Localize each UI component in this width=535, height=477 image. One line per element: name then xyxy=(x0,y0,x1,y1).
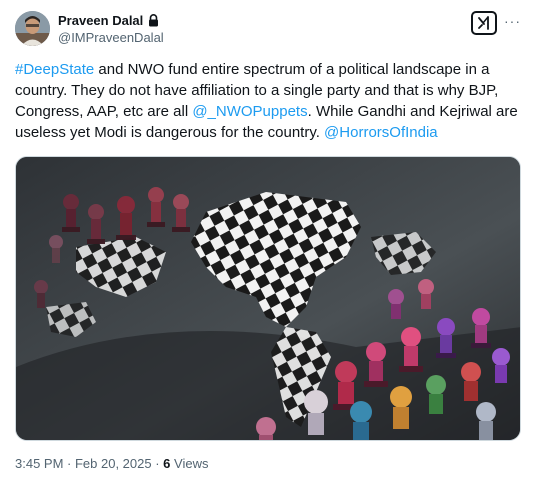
mention-link[interactable]: @_NWOPuppets xyxy=(192,103,307,120)
hashtag-link[interactable]: #DeepState xyxy=(15,61,94,78)
tweet-date[interactable]: Feb 20, 2025 xyxy=(75,456,152,471)
avatar[interactable] xyxy=(15,11,50,46)
meta-separator: · xyxy=(63,456,75,471)
meta-separator: · xyxy=(151,456,164,471)
tweet-card: Praveen Dalal @IMPraveenDalal ··· #DeepS… xyxy=(0,0,535,477)
author-name-row: Praveen Dalal xyxy=(58,11,159,29)
tweet-media-image[interactable] xyxy=(15,156,521,441)
tweet-metadata: 3:45 PM · Feb 20, 2025 · 6 Views xyxy=(15,456,208,471)
tweet-time[interactable]: 3:45 PM xyxy=(15,456,63,471)
tweet-text: #DeepState and NWO fund entire spectrum … xyxy=(15,59,523,143)
author-handle[interactable]: @IMPraveenDalal xyxy=(58,30,164,45)
author-display-name[interactable]: Praveen Dalal xyxy=(58,13,143,28)
lock-icon xyxy=(148,13,159,27)
mention-link[interactable]: @HorrorsOfIndia xyxy=(324,124,438,141)
more-options-button[interactable]: ··· xyxy=(504,13,520,31)
grok-icon xyxy=(478,16,489,30)
user-avatar-icon xyxy=(15,11,50,46)
views-label: Views xyxy=(170,456,209,471)
chessboard-map-image-icon xyxy=(16,157,520,440)
grok-button[interactable] xyxy=(471,11,497,35)
